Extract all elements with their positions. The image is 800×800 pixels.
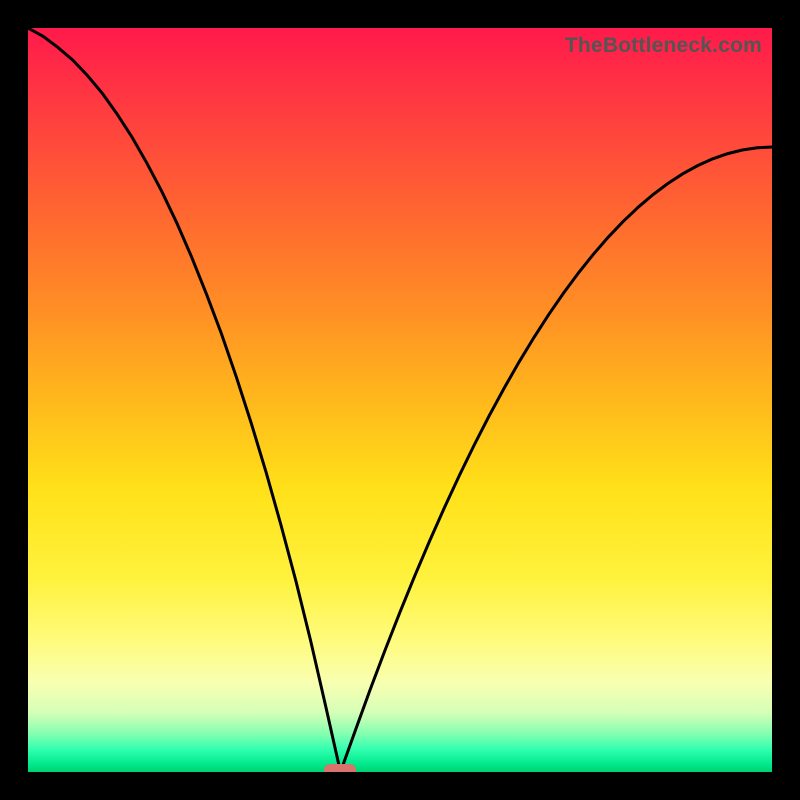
curve-path [28, 28, 772, 772]
chart-frame: TheBottleneck.com [0, 0, 800, 800]
optimum-marker [324, 764, 356, 772]
plot-area: TheBottleneck.com [28, 28, 772, 772]
bottleneck-curve [28, 28, 772, 772]
